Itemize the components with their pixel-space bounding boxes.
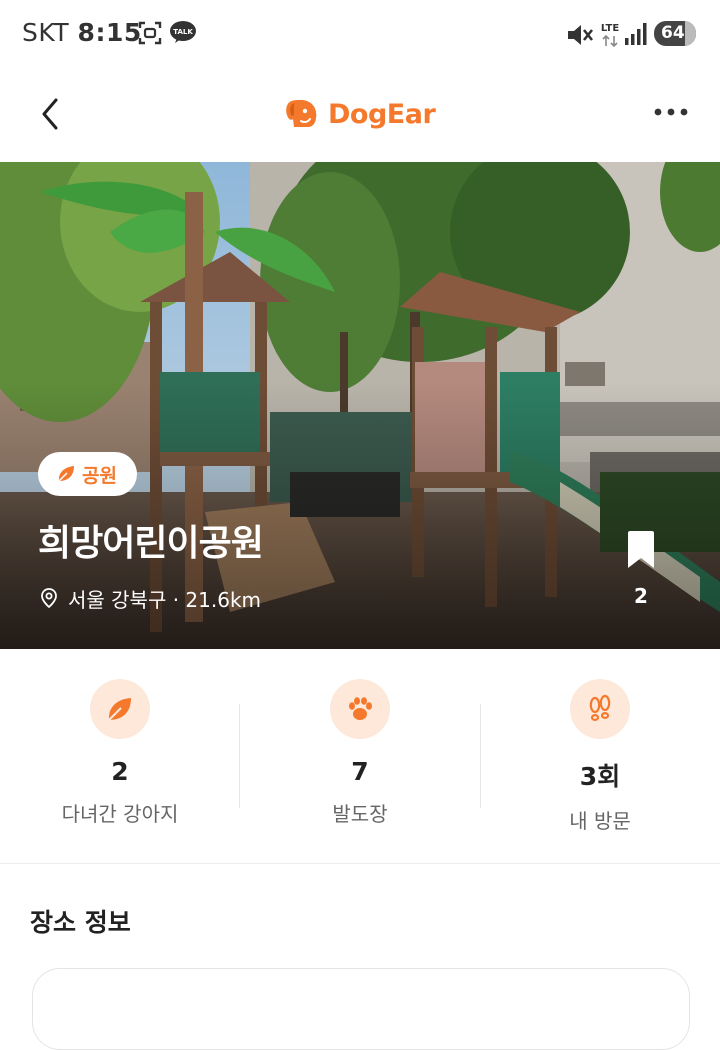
location-text: 서울 강북구 · 21.6km: [68, 587, 262, 612]
stat-value: 7: [351, 757, 369, 786]
footprints-icon: [589, 694, 611, 722]
battery-level: 64: [661, 23, 685, 43]
leaf-icon: [58, 466, 74, 482]
brand-logo: DogEar: [284, 94, 436, 134]
kakaotalk-icon: TALK: [170, 21, 196, 43]
more-options-button[interactable]: [652, 104, 690, 120]
hero-section: 공원 희망어린이공원 서울 강북구 · 21.6km 2: [0, 162, 720, 649]
clock-label: 8:15: [77, 18, 142, 47]
stat-icon-circle: [330, 679, 390, 739]
carrier-label: SKT: [22, 18, 70, 47]
stat-label: 다녀간 강아지: [61, 802, 179, 826]
status-carrier-time: SKT 8:15: [22, 18, 142, 47]
signal-icon: [625, 23, 647, 45]
stat-footprints: 7 발도장: [240, 679, 480, 849]
mute-icon: [568, 25, 594, 45]
dogear-logo-icon: [286, 100, 317, 127]
stat-icon-circle: [90, 679, 150, 739]
stat-visited-dogs: 2 다녀간 강아지: [0, 679, 240, 849]
hero-gradient-overlay: [0, 162, 720, 649]
bookmark-button[interactable]: 2: [620, 530, 662, 610]
stat-label: 발도장: [332, 802, 388, 826]
leaf-icon: [108, 698, 131, 721]
app-bar: DogEar: [0, 70, 720, 162]
back-button[interactable]: [34, 92, 70, 136]
stat-value: 3회: [579, 762, 621, 791]
brand-name: DogEar: [328, 98, 436, 130]
place-location: 서울 강북구 · 21.6km: [38, 583, 261, 613]
location-pin-icon: [41, 588, 57, 609]
stat-my-visits: 3회 내 방문: [480, 679, 720, 849]
stat-value: 2: [111, 757, 129, 786]
section-title: 장소 정보: [30, 908, 131, 937]
status-bar: SKT 8:15 TALK LTE 64: [0, 0, 720, 70]
lte-text: LTE: [601, 23, 620, 34]
bookmark-icon: [628, 531, 654, 568]
stat-label: 내 방문: [569, 809, 631, 833]
place-name: 희망어린이공원: [38, 523, 264, 564]
place-info-card: [32, 968, 690, 1050]
stats-panel: 2 다녀간 강아지 7 발도장 3회 내 방문: [0, 649, 720, 864]
screenshot-capture-icon: [138, 21, 162, 45]
lte-icon: LTE: [601, 23, 620, 48]
battery-indicator: 64: [654, 21, 696, 46]
talk-text: TALK: [173, 28, 193, 36]
bookmark-count: 2: [634, 584, 648, 608]
category-badge: 공원: [38, 452, 137, 496]
category-label: 공원: [82, 464, 117, 487]
stat-icon-circle: [570, 679, 630, 739]
paw-icon: [349, 697, 372, 720]
